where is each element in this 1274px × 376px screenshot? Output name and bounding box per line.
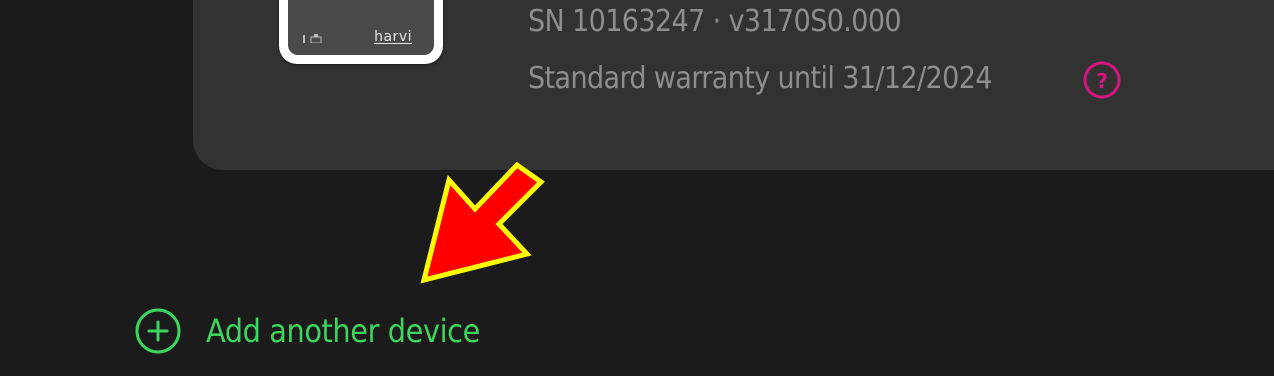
- add-another-device-button[interactable]: Add another device: [132, 306, 480, 356]
- device-image-screen: harvi: [288, 0, 434, 55]
- question-circle-icon[interactable]: ?: [1082, 60, 1122, 100]
- red-arrow-pointer-icon: [420, 161, 545, 284]
- device-warranty: Standard warranty until 31/12/2024: [528, 61, 992, 96]
- add-another-device-label: Add another device: [206, 312, 480, 350]
- device-serial-version: SN 10163247 · v3170S0.000: [528, 4, 902, 39]
- device-screen: harvi SN 10163247 · v3170S0.000 Standard…: [0, 0, 1274, 376]
- device-status-icons: [303, 34, 322, 43]
- svg-text:?: ?: [1096, 69, 1108, 93]
- device-brand-logo: harvi: [374, 29, 412, 45]
- device-image: harvi: [279, 0, 443, 64]
- plus-circle-icon: [135, 308, 181, 354]
